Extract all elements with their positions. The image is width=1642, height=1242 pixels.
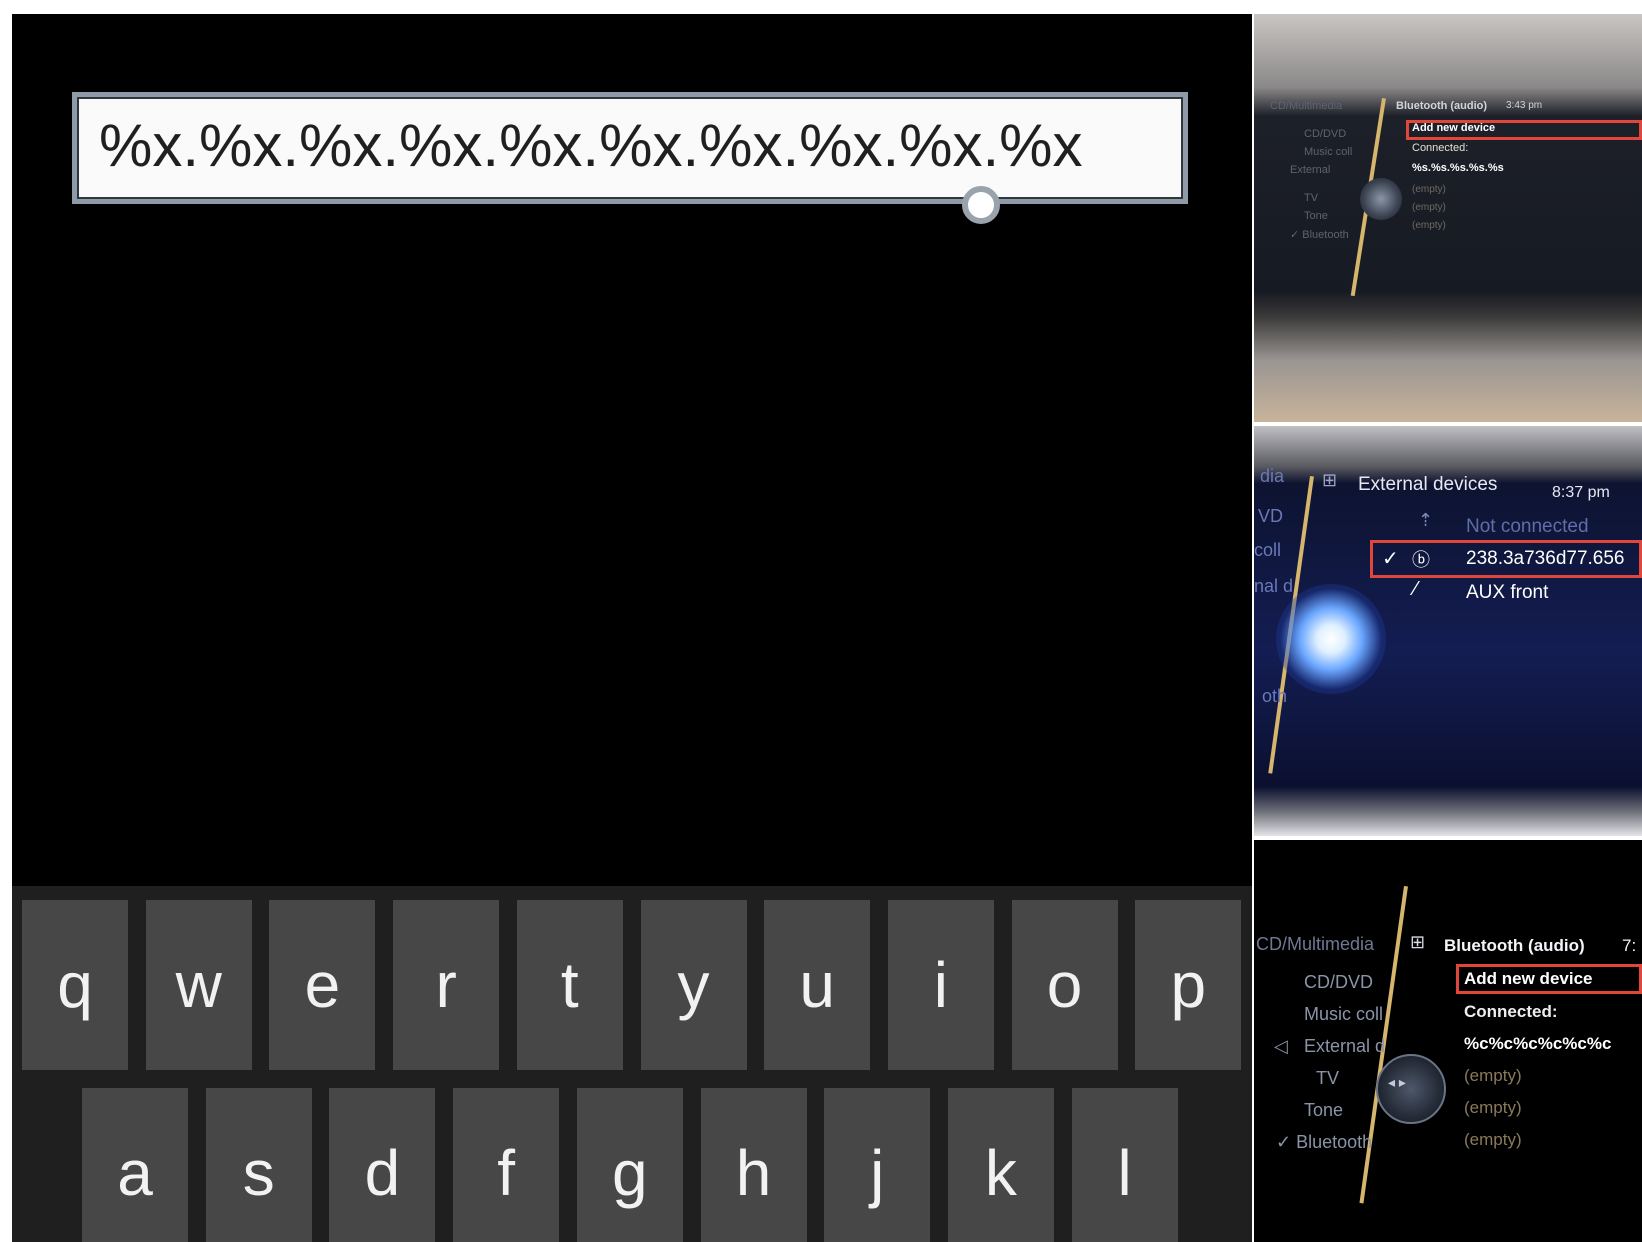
menu-item: CD/Multimedia bbox=[1270, 100, 1343, 112]
bluetooth-audio-icon: ⊞ bbox=[1410, 932, 1426, 952]
controller-knob-icon bbox=[1376, 1054, 1446, 1124]
key-k[interactable]: k bbox=[947, 1088, 1054, 1242]
key-q[interactable]: q bbox=[22, 900, 128, 1070]
controller-knob-icon bbox=[1360, 178, 1402, 220]
key-s[interactable]: s bbox=[205, 1088, 312, 1242]
key-y[interactable]: y bbox=[640, 900, 747, 1070]
screen-header: Bluetooth (audio) bbox=[1396, 100, 1488, 112]
menu-item: ✓ Bluetooth bbox=[1290, 229, 1349, 241]
menu-item: ✓ Bluetooth bbox=[1276, 1132, 1373, 1152]
speaker-icon: ◁ bbox=[1274, 1036, 1288, 1056]
aux-plug-icon: ⁄ bbox=[1414, 578, 1418, 600]
key-g[interactable]: g bbox=[576, 1088, 683, 1242]
key-t[interactable]: t bbox=[516, 900, 623, 1070]
menu-item: CD/Multimedia bbox=[1256, 934, 1375, 954]
menu-item: TV bbox=[1304, 192, 1319, 204]
list-item: Add new device bbox=[1464, 969, 1593, 988]
menu-item: External d bbox=[1304, 1036, 1386, 1056]
key-h[interactable]: h bbox=[700, 1088, 807, 1242]
on-screen-keyboard: qwertyuiop asdfghjkl bbox=[12, 886, 1252, 1242]
usb-icon: ⇡ bbox=[1418, 510, 1434, 530]
list-item: Add new device bbox=[1412, 122, 1496, 134]
photo-panel-external-devices: dia VD coll nal d oth ⊞ External devices… bbox=[1254, 426, 1642, 836]
phone-screen: %x.%x.%x.%x.%x.%x.%x.%x.%x.%x qwertyuiop… bbox=[12, 14, 1252, 1242]
screen-header: Bluetooth (audio) bbox=[1444, 936, 1585, 955]
key-u[interactable]: u bbox=[764, 900, 871, 1070]
list-item: Connected: bbox=[1464, 1002, 1558, 1021]
clock: 8:37 pm bbox=[1552, 484, 1610, 501]
external-devices-icon: ⊞ bbox=[1322, 470, 1338, 490]
key-w[interactable]: w bbox=[145, 900, 252, 1070]
key-f[interactable]: f bbox=[453, 1088, 560, 1242]
list-item: Connected: bbox=[1412, 142, 1469, 154]
screen-header: External devices bbox=[1358, 474, 1498, 495]
menu-item: Music coll bbox=[1304, 1004, 1384, 1024]
list-item: (empty) bbox=[1464, 1098, 1522, 1117]
list-item: 238.3a736d77.656 bbox=[1466, 548, 1625, 569]
list-item: (empty) bbox=[1464, 1066, 1522, 1085]
list-item: AUX front bbox=[1466, 582, 1549, 603]
clock: 3:43 pm bbox=[1506, 100, 1543, 111]
menu-item: coll bbox=[1254, 540, 1282, 560]
menu-item: oth bbox=[1262, 686, 1288, 706]
list-item: Not connected bbox=[1466, 516, 1589, 537]
key-e[interactable]: e bbox=[269, 900, 376, 1070]
list-item: %c%c%c%c%c%c bbox=[1464, 1034, 1612, 1053]
key-i[interactable]: i bbox=[887, 900, 994, 1070]
clock: 7: bbox=[1622, 936, 1637, 955]
key-l[interactable]: l bbox=[1071, 1088, 1178, 1242]
menu-item: Music coll bbox=[1304, 146, 1353, 158]
menu-item: External bbox=[1290, 164, 1331, 176]
key-j[interactable]: j bbox=[824, 1088, 931, 1242]
list-item: (empty) bbox=[1464, 1130, 1522, 1149]
menu-item: nal d bbox=[1254, 576, 1294, 596]
list-item: %s.%s.%s.%s.%s bbox=[1412, 162, 1504, 174]
cursor-handle[interactable] bbox=[962, 186, 1000, 224]
input-value: %x.%x.%x.%x.%x.%x.%x.%x.%x.%x bbox=[99, 112, 1083, 179]
list-item: (empty) bbox=[1412, 184, 1446, 195]
menu-item: VD bbox=[1258, 506, 1284, 526]
list-item: (empty) bbox=[1412, 202, 1446, 213]
key-d[interactable]: d bbox=[329, 1088, 436, 1242]
knob-arrows-icon: ◂ ▸ bbox=[1388, 1074, 1406, 1090]
key-r[interactable]: r bbox=[393, 900, 500, 1070]
menu-item: dia bbox=[1260, 466, 1285, 486]
list-item: (empty) bbox=[1412, 220, 1446, 231]
photo-panel-bluetooth-format-x: CD/Multimedia CD/DVD Music coll External… bbox=[1254, 14, 1642, 422]
key-p[interactable]: p bbox=[1135, 900, 1242, 1070]
menu-item: Tone bbox=[1304, 1100, 1344, 1120]
key-a[interactable]: a bbox=[82, 1088, 188, 1242]
menu-item: TV bbox=[1316, 1068, 1340, 1088]
text-input[interactable]: %x.%x.%x.%x.%x.%x.%x.%x.%x.%x bbox=[72, 92, 1188, 204]
menu-item: CD/DVD bbox=[1304, 128, 1347, 140]
light-glare bbox=[1276, 584, 1386, 694]
check-icon: ✓ bbox=[1382, 548, 1399, 570]
bluetooth-icon: ⓑ bbox=[1412, 550, 1430, 570]
menu-item: Tone bbox=[1304, 210, 1328, 222]
photo-panel-bluetooth-format-c: ◂ ▸ CD/Multimedia CD/DVD Music coll ◁ Ex… bbox=[1254, 840, 1642, 1242]
menu-item: CD/DVD bbox=[1304, 972, 1374, 992]
key-o[interactable]: o bbox=[1011, 900, 1118, 1070]
